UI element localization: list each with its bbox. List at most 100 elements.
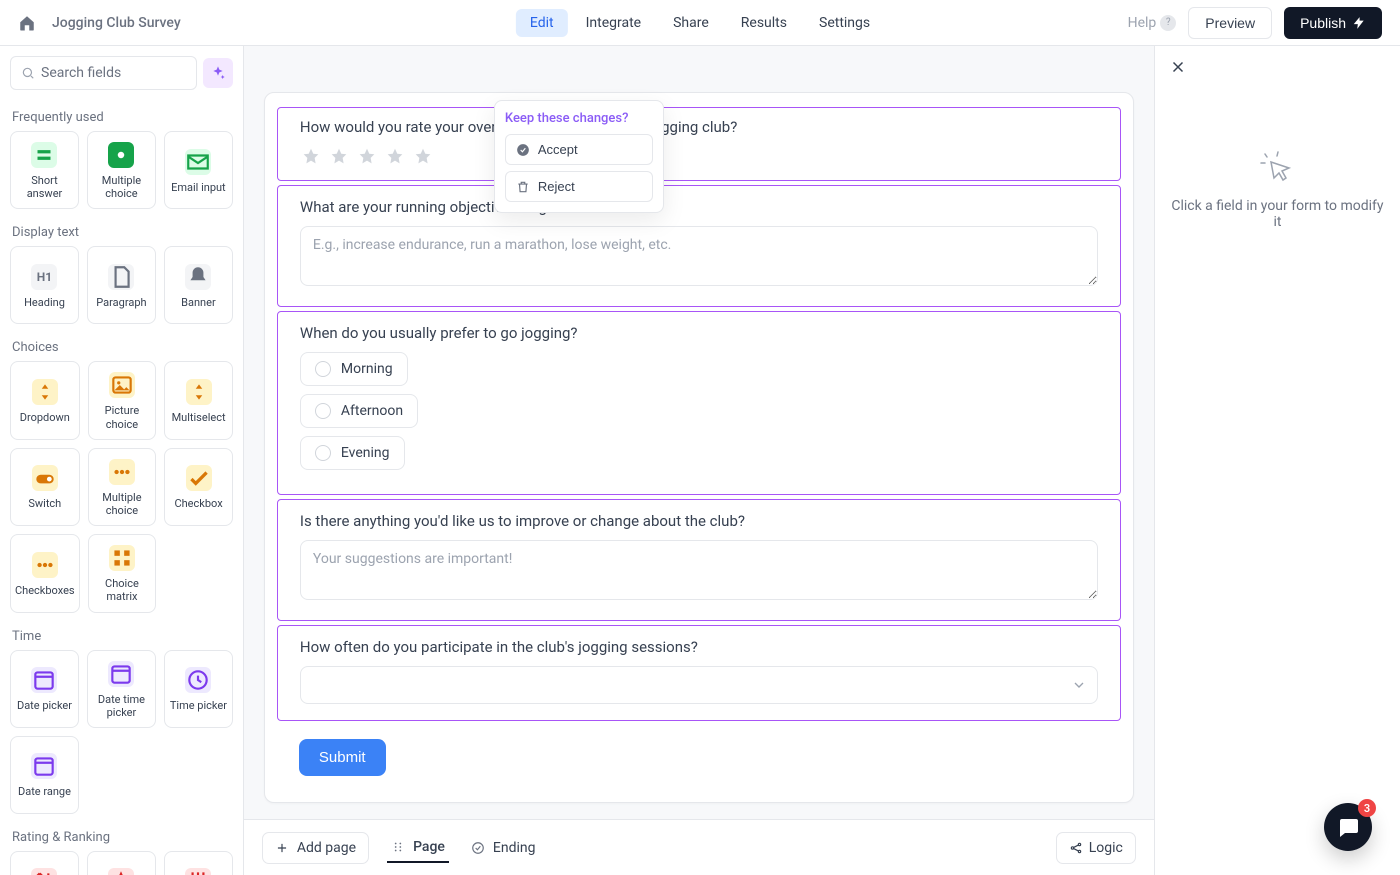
section-label: Rating & Ranking [0, 820, 243, 851]
accept-label: Accept [538, 142, 578, 157]
switch-icon [32, 465, 58, 491]
field-tile-ranking[interactable]: Ranking [10, 851, 79, 875]
home-button[interactable] [18, 14, 36, 32]
tab-page-label: Page [413, 839, 445, 855]
home-icon [18, 14, 36, 32]
field-tile-multiple-choice[interactable]: Multiple choice [88, 448, 157, 526]
field-tile-date-range[interactable]: Date range [10, 736, 79, 814]
star-rating[interactable] [300, 146, 1098, 168]
field-tile-multiple-choice[interactable]: Multiple choice [87, 131, 156, 209]
check-icon [186, 465, 212, 491]
field-tile-time-picker[interactable]: Time picker [164, 650, 233, 728]
textarea-input[interactable] [300, 226, 1098, 286]
radio-option[interactable]: Afternoon [300, 394, 418, 428]
radio-option[interactable]: Morning [300, 352, 408, 386]
star-icon[interactable] [300, 146, 322, 168]
question-block[interactable]: How often do you participate in the club… [277, 625, 1121, 721]
field-tile-checkbox[interactable]: Checkbox [164, 448, 233, 526]
tab-share[interactable]: Share [659, 9, 723, 37]
panel-hint: Click a field in your form to modify it [1169, 198, 1386, 230]
field-tile-slider[interactable]: Slider [164, 851, 233, 875]
star-icon[interactable] [356, 146, 378, 168]
tab-results[interactable]: Results [727, 9, 801, 37]
changes-popover: Keep these changes? Accept Reject [494, 100, 664, 213]
field-tile-multiselect[interactable]: Multiselect [164, 361, 233, 439]
radio-icon [315, 403, 331, 419]
close-panel-button[interactable] [1169, 61, 1187, 80]
chat-button[interactable]: 3 [1324, 803, 1372, 851]
field-tile-label: Banner [181, 296, 216, 309]
field-tile-dropdown[interactable]: Dropdown [10, 361, 80, 439]
logic-button[interactable]: Logic [1056, 832, 1136, 864]
reject-label: Reject [538, 179, 575, 194]
preview-button[interactable]: Preview [1188, 7, 1272, 39]
tab-ending-label: Ending [493, 840, 536, 856]
tab-ending[interactable]: Ending [467, 834, 540, 862]
header-tabs: EditIntegrateShareResultsSettings [516, 9, 884, 37]
swap-icon [31, 868, 57, 875]
field-tile-label: Short answer [15, 174, 74, 200]
field-tile-label: Choice matrix [93, 577, 152, 603]
calendar-icon [31, 753, 57, 779]
question-label: How often do you participate in the club… [300, 638, 1098, 656]
publish-button[interactable]: Publish [1284, 7, 1382, 39]
field-tile-label: Dropdown [20, 411, 70, 424]
search-input[interactable]: Search fields [10, 56, 197, 90]
field-tile-paragraph[interactable]: Paragraph [87, 246, 156, 324]
field-tile-label: Checkboxes [15, 584, 75, 597]
tab-settings[interactable]: Settings [805, 9, 884, 37]
field-tile-checkboxes[interactable]: Checkboxes [10, 534, 80, 612]
tab-integrate[interactable]: Integrate [572, 9, 656, 37]
field-tile-email-input[interactable]: Email input [164, 131, 233, 209]
add-page-button[interactable]: Add page [262, 832, 369, 864]
field-tile-heading[interactable]: H1 Heading [10, 246, 79, 324]
select-input[interactable] [300, 666, 1098, 704]
plus-icon [275, 841, 289, 855]
textarea-input[interactable] [300, 540, 1098, 600]
radio-icon [315, 445, 331, 461]
field-tile-choice-matrix[interactable]: Choice matrix [88, 534, 157, 612]
panel-placeholder: Click a field in your form to modify it [1169, 150, 1386, 230]
field-tile-label: Switch [28, 497, 61, 510]
field-tile-date-time-picker[interactable]: Date time picker [87, 650, 156, 728]
field-tile-star-rating[interactable]: Star Rating [87, 851, 156, 875]
field-tile-banner[interactable]: Banner [164, 246, 233, 324]
ai-button[interactable] [203, 58, 233, 88]
question-block[interactable]: Is there anything you'd like us to impro… [277, 499, 1121, 621]
star-icon[interactable] [412, 146, 434, 168]
bell-icon [185, 264, 211, 290]
question-block[interactable]: How would you rate your overall experien… [277, 107, 1121, 181]
radio-option[interactable]: Evening [300, 436, 405, 470]
field-tile-picture-choice[interactable]: Picture choice [88, 361, 157, 439]
question-label: How would you rate your overall experien… [300, 118, 1098, 136]
star-icon[interactable] [328, 146, 350, 168]
help-link[interactable]: Help ? [1128, 15, 1177, 31]
submit-button[interactable]: Submit [299, 739, 386, 776]
tab-page[interactable]: Page [387, 833, 449, 863]
field-tile-switch[interactable]: Switch [10, 448, 80, 526]
page-bar: Add page Page Ending Logic [244, 819, 1154, 875]
tab-edit[interactable]: Edit [516, 9, 568, 37]
field-tile-short-answer[interactable]: Short answer [10, 131, 79, 209]
field-tile-label: Heading [24, 296, 65, 309]
calendar-icon [108, 661, 134, 687]
question-block[interactable]: When do you usually prefer to go jogging… [277, 311, 1121, 495]
topbar: Jogging Club Survey EditIntegrateShareRe… [0, 0, 1400, 46]
field-tile-label: Date range [18, 785, 71, 798]
reject-button[interactable]: Reject [505, 171, 653, 202]
envelope-icon [185, 149, 211, 175]
field-tile-date-picker[interactable]: Date picker [10, 650, 79, 728]
h1-icon: H1 [31, 264, 57, 290]
doc-icon [108, 264, 134, 290]
section-label: Display text [0, 215, 243, 246]
properties-panel: Click a field in your form to modify it [1154, 46, 1400, 875]
section-label: Choices [0, 330, 243, 361]
check-circle-icon [516, 143, 530, 157]
question-label: Is there anything you'd like us to impro… [300, 512, 1098, 530]
question-block[interactable]: What are your running objectives or goal… [277, 185, 1121, 307]
radio-icon [315, 361, 331, 377]
fields-sidebar: Search fields Frequently usedShort answe… [0, 46, 244, 875]
popover-title: Keep these changes? [505, 111, 653, 126]
star-icon[interactable] [384, 146, 406, 168]
accept-button[interactable]: Accept [505, 134, 653, 165]
